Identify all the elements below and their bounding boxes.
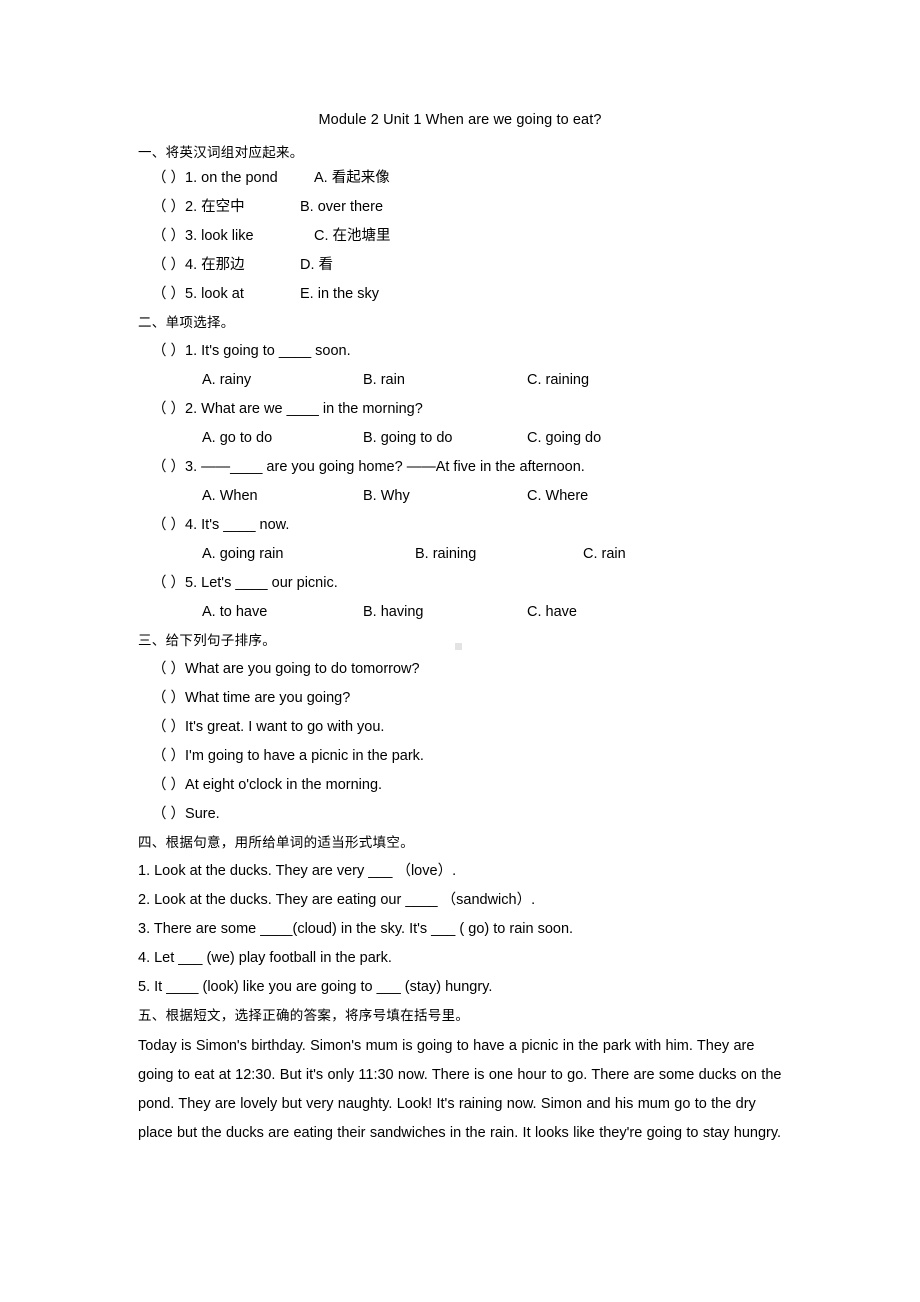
order-item[interactable]: （ ）It's great. I want to go with you. [152,717,384,737]
match-row: （ ）4. 在那边 D. 看 [152,255,333,275]
order-item[interactable]: （ ）At eight o'clock in the morning. [152,775,382,795]
match-row: （ ）1. on the pond A. 看起来像 [152,168,390,188]
fill-blank-item[interactable]: 3. There are some ____(cloud) in the sky… [138,919,573,939]
mc-question-stem[interactable]: （ ）5. Let's ____ our picnic. [152,573,338,593]
match-row: （ ）5. look at E. in the sky [152,284,379,304]
match-row: （ ）2. 在空中 B. over there [152,197,383,217]
order-item[interactable]: （ ）What are you going to do tomorrow? [152,659,420,679]
fill-blank-item[interactable]: 5. It ____ (look) like you are going to … [138,977,492,997]
mc-option-c[interactable]: C. have [527,602,577,622]
section-3-heading: 三、给下列句子排序。 [138,633,276,648]
match-left-term[interactable]: （ ）4. 在那边 [152,255,300,275]
mc-option-c[interactable]: C. going do [527,428,601,448]
mc-option-b[interactable]: B. having [363,602,423,622]
fill-blank-item[interactable]: 1. Look at the ducks. They are very ___ … [138,861,456,881]
match-right-term[interactable]: B. over there [300,197,383,217]
mc-question-stem[interactable]: （ ）3. ——____ are you going home? ——At fi… [152,457,585,477]
match-right-term[interactable]: A. 看起来像 [300,168,390,188]
worksheet-page: Module 2 Unit 1 When are we going to eat… [0,0,920,1302]
match-row: （ ）3. look like C. 在池塘里 [152,226,391,246]
match-left-term[interactable]: （ ）1. on the pond [152,168,300,188]
fill-blank-item[interactable]: 4. Let ___ (we) play football in the par… [138,948,392,968]
mc-option-b[interactable]: B. going to do [363,428,453,448]
mc-question-stem[interactable]: （ ）4. It's ____ now. [152,515,289,535]
mc-option-c[interactable]: C. rain [583,544,626,564]
mc-option-b[interactable]: B. raining [415,544,476,564]
match-right-term[interactable]: E. in the sky [300,284,379,304]
match-right-term[interactable]: D. 看 [300,255,333,275]
section-4-heading: 四、根据句意，用所给单词的适当形式填空。 [138,835,414,850]
mc-question-stem[interactable]: （ ）1. It's going to ____ soon. [152,341,351,361]
match-left-term[interactable]: （ ）3. look like [152,226,300,246]
section-5-heading: 五、根据短文，选择正确的答案，将序号填在括号里。 [138,1008,470,1023]
match-right-term[interactable]: C. 在池塘里 [300,226,391,246]
mc-question-stem[interactable]: （ ）2. What are we ____ in the morning? [152,399,423,419]
mc-option-b[interactable]: B. Why [363,486,410,506]
order-item[interactable]: （ ）I'm going to have a picnic in the par… [152,746,424,766]
watermark-mark [455,643,462,650]
mc-option-c[interactable]: C. Where [527,486,588,506]
match-left-term[interactable]: （ ）5. look at [152,284,300,304]
reading-passage: Today is Simon's birthday. Simon's mum i… [138,1038,782,1141]
match-left-term[interactable]: （ ）2. 在空中 [152,197,300,217]
mc-option-a[interactable]: A. to have [202,602,267,622]
order-item[interactable]: （ ）Sure. [152,804,220,824]
mc-option-a[interactable]: A. going rain [202,544,283,564]
order-item[interactable]: （ ）What time are you going? [152,688,350,708]
mc-option-c[interactable]: C. raining [527,370,589,390]
mc-option-b[interactable]: B. rain [363,370,405,390]
mc-option-a[interactable]: A. rainy [202,370,251,390]
mc-option-a[interactable]: A. go to do [202,428,272,448]
section-2-heading: 二、单项选择。 [138,315,235,330]
section-1-heading: 一、将英汉词组对应起来。 [138,145,304,160]
mc-option-a[interactable]: A. When [202,486,258,506]
fill-blank-item[interactable]: 2. Look at the ducks. They are eating ou… [138,890,535,910]
page-title: Module 2 Unit 1 When are we going to eat… [318,112,602,128]
